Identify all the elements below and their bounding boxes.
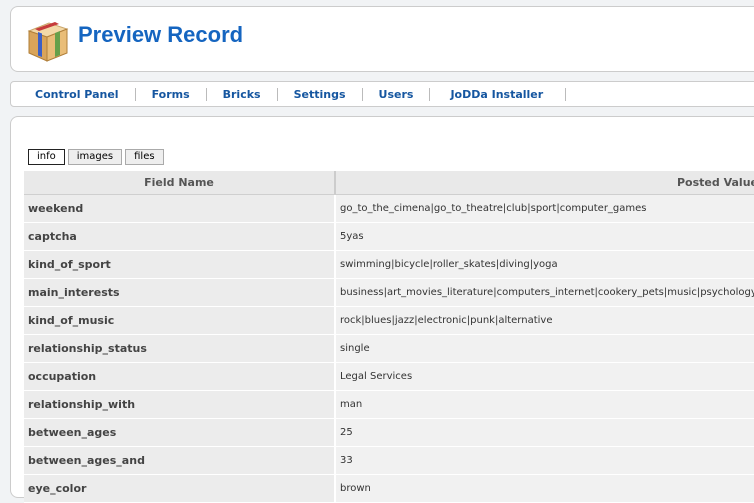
column-header-posted-value[interactable]: Posted Value: [336, 171, 754, 195]
nav-item-users[interactable]: Users: [363, 87, 431, 101]
nav-item-forms[interactable]: Forms: [136, 87, 207, 101]
posted-value-cell: brown: [336, 475, 754, 503]
nav-list: Control Panel Forms Bricks Settings User…: [19, 82, 567, 106]
field-name-cell: kind_of_sport: [24, 251, 336, 279]
posted-value-cell: 33: [336, 447, 754, 475]
posted-value-cell: Legal Services: [336, 363, 754, 391]
field-name-cell: between_ages_and: [24, 447, 336, 475]
main-nav-bar: Control Panel Forms Bricks Settings User…: [10, 81, 754, 107]
nav-item-control-panel[interactable]: Control Panel: [19, 87, 136, 101]
table-row: kind_of_music rock|blues|jazz|electronic…: [24, 307, 754, 335]
nav-item-bricks[interactable]: Bricks: [207, 87, 278, 101]
posted-value-cell: swimming|bicycle|roller_skates|diving|yo…: [336, 251, 754, 279]
table-row: occupation Legal Services: [24, 363, 754, 391]
field-name-cell: between_ages: [24, 419, 336, 447]
table-row: relationship_status single: [24, 335, 754, 363]
posted-value-cell: business|art_movies_literature|computers…: [336, 279, 754, 307]
field-name-cell: occupation: [24, 363, 336, 391]
field-name-cell: main_interests: [24, 279, 336, 307]
field-name-cell: captcha: [24, 223, 336, 251]
table-row: between_ages_and 33: [24, 447, 754, 475]
table-row: between_ages 25: [24, 419, 754, 447]
content-panel: info images files Field Name Posted Valu…: [10, 116, 754, 503]
field-name-cell: relationship_status: [24, 335, 336, 363]
tab-images[interactable]: images: [67, 149, 123, 165]
table-row: kind_of_sport swimming|bicycle|roller_sk…: [24, 251, 754, 279]
nav-item-settings[interactable]: Settings: [278, 87, 363, 101]
table-row: captcha 5yas: [24, 223, 754, 251]
field-name-cell: kind_of_music: [24, 307, 336, 335]
tab-info[interactable]: info: [28, 149, 65, 165]
column-header-field-name[interactable]: Field Name: [24, 171, 336, 195]
page-title: Preview Record: [78, 22, 244, 47]
package-box-icon: [27, 22, 69, 62]
posted-value-cell: man: [336, 391, 754, 419]
posted-value-cell: rock|blues|jazz|electronic|punk|alternat…: [336, 307, 754, 335]
nav-item-jodda-installer[interactable]: JoDDa Installer: [430, 87, 567, 101]
table-row: weekend go_to_the_cimena|go_to_theatre|c…: [24, 195, 754, 223]
table-header-row: Field Name Posted Value: [24, 171, 754, 195]
posted-value-cell: go_to_the_cimena|go_to_theatre|club|spor…: [336, 195, 754, 223]
posted-value-cell: 5yas: [336, 223, 754, 251]
table-row: main_interests business|art_movies_liter…: [24, 279, 754, 307]
field-name-cell: weekend: [24, 195, 336, 223]
header-panel: Preview Record: [10, 6, 754, 72]
tab-files[interactable]: files: [125, 149, 164, 165]
table-row: relationship_with man: [24, 391, 754, 419]
posted-value-cell: 25: [336, 419, 754, 447]
field-name-cell: relationship_with: [24, 391, 336, 419]
field-name-cell: eye_color: [24, 475, 336, 503]
posted-value-cell: single: [336, 335, 754, 363]
record-tabs: info images files: [28, 149, 167, 165]
record-table: Field Name Posted Value weekend go_to_th…: [24, 171, 754, 503]
table-row: eye_color brown: [24, 475, 754, 503]
